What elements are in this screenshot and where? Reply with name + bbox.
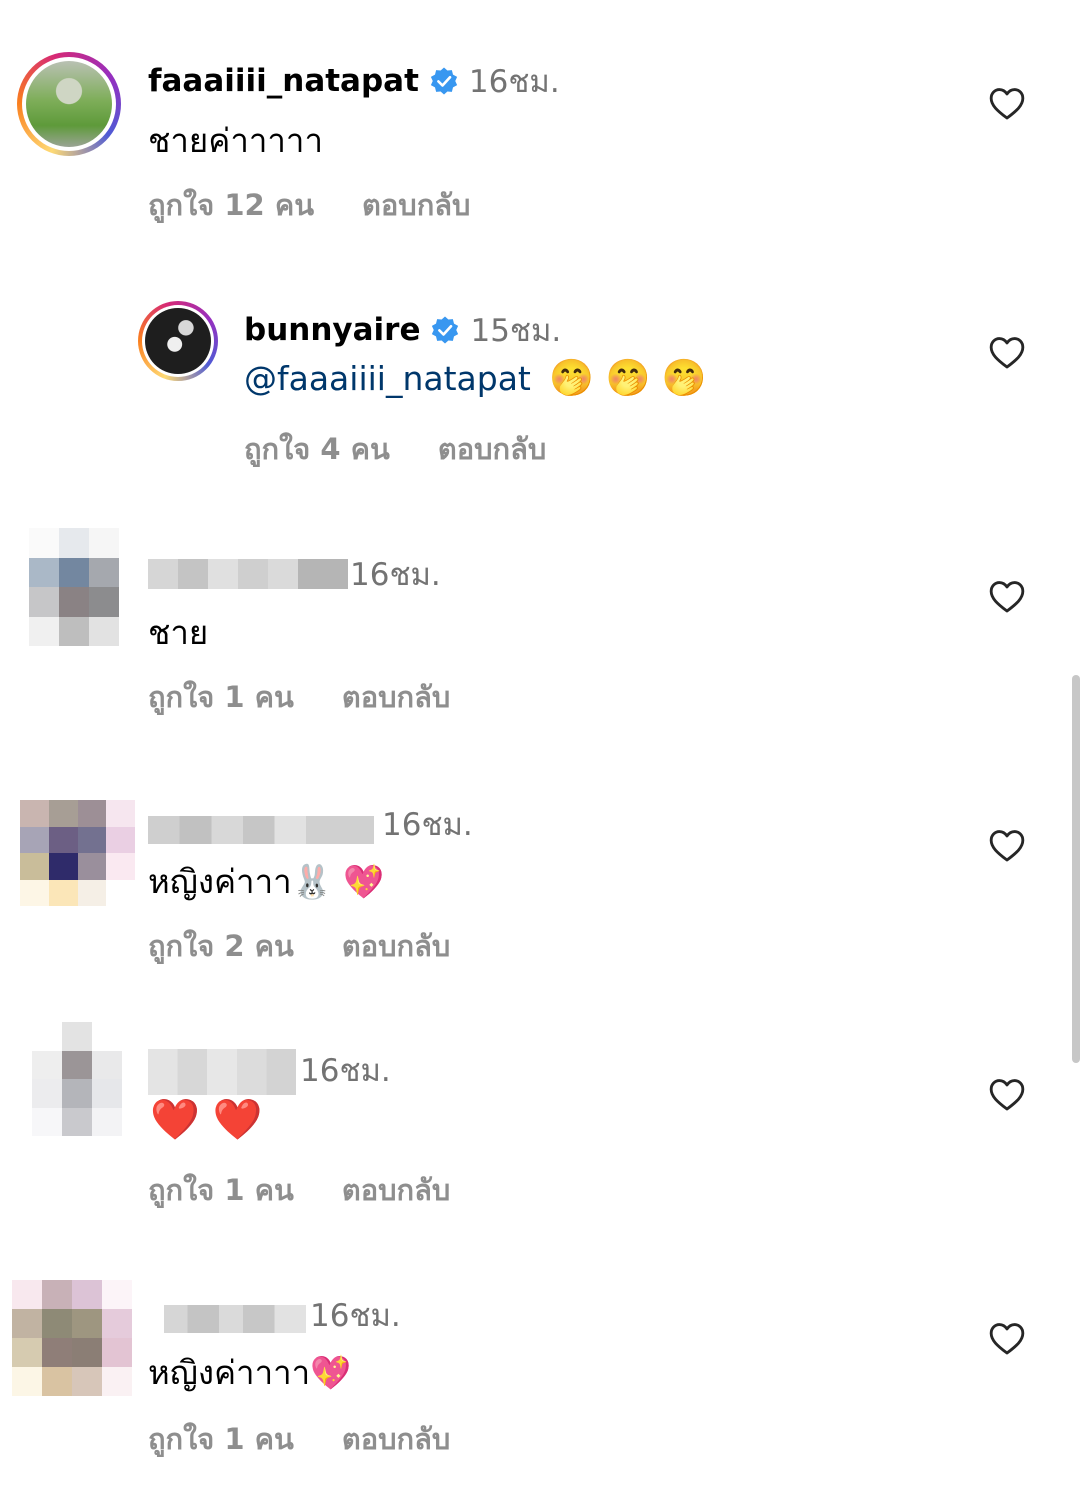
- heart-outline-icon[interactable]: [988, 1320, 1026, 1356]
- reply-button[interactable]: ตอบกลับ: [342, 929, 450, 963]
- reply-button[interactable]: ตอบกลับ: [342, 1422, 450, 1456]
- like-count[interactable]: ถูกใจ 1 คน: [148, 1173, 294, 1207]
- comment-text: ชาย: [148, 613, 209, 652]
- avatar[interactable]: [138, 301, 218, 381]
- timestamp: 16ชม.: [310, 1298, 401, 1334]
- heart-outline-icon[interactable]: [988, 827, 1026, 863]
- heart-outline-icon[interactable]: [988, 578, 1026, 614]
- blurred-username[interactable]: [148, 1049, 296, 1095]
- like-count[interactable]: ถูกใจ 1 คน: [148, 1422, 294, 1456]
- reply-button[interactable]: ตอบกลับ: [362, 188, 470, 222]
- like-count[interactable]: ถูกใจ 12 คน: [148, 188, 314, 222]
- pixelated-avatar[interactable]: [12, 1280, 132, 1396]
- timestamp: 16ชม.: [350, 557, 441, 593]
- username[interactable]: faaaiiii_natapat: [148, 63, 419, 99]
- blurred-username[interactable]: [148, 1305, 306, 1333]
- reply-button[interactable]: ตอบกลับ: [342, 1173, 450, 1207]
- timestamp: 16ชม.: [300, 1053, 391, 1089]
- comment-text: หญิงค่าาา🐰 💖: [148, 862, 385, 901]
- avatar[interactable]: [17, 52, 121, 156]
- verified-badge-icon: [430, 67, 458, 95]
- verified-badge-icon: [432, 316, 459, 344]
- heart-outline-icon[interactable]: [988, 1076, 1026, 1112]
- like-count[interactable]: ถูกใจ 4 คน: [244, 432, 390, 466]
- like-count[interactable]: ถูกใจ 1 คน: [148, 680, 294, 714]
- blurred-username[interactable]: [148, 559, 348, 589]
- comment-emojis: 🤭 🤭 🤭: [549, 358, 707, 399]
- comment-text: หญิงค่าาาา💖: [148, 1353, 352, 1392]
- heart-outline-icon[interactable]: [988, 85, 1026, 121]
- mention-link[interactable]: @faaaiiii_natapat: [244, 359, 531, 398]
- pixelated-avatar[interactable]: [20, 800, 135, 906]
- pixelated-avatar[interactable]: [32, 1022, 122, 1136]
- comment-text: ชายค่าาาาา: [148, 121, 323, 160]
- blurred-username[interactable]: [148, 816, 374, 844]
- timestamp: 16ชม.: [468, 64, 560, 100]
- username[interactable]: bunnyaire: [244, 312, 420, 348]
- heart-outline-icon[interactable]: [988, 334, 1026, 370]
- timestamp: 16ชม.: [382, 807, 473, 843]
- comment-emojis: ❤️ ❤️: [150, 1097, 263, 1143]
- pixelated-avatar[interactable]: [29, 528, 119, 646]
- reply-button[interactable]: ตอบกลับ: [438, 432, 546, 466]
- reply-button[interactable]: ตอบกลับ: [342, 680, 450, 714]
- like-count[interactable]: ถูกใจ 2 คน: [148, 929, 294, 963]
- scrollbar[interactable]: [1072, 675, 1080, 1063]
- timestamp: 15ชม.: [470, 313, 562, 349]
